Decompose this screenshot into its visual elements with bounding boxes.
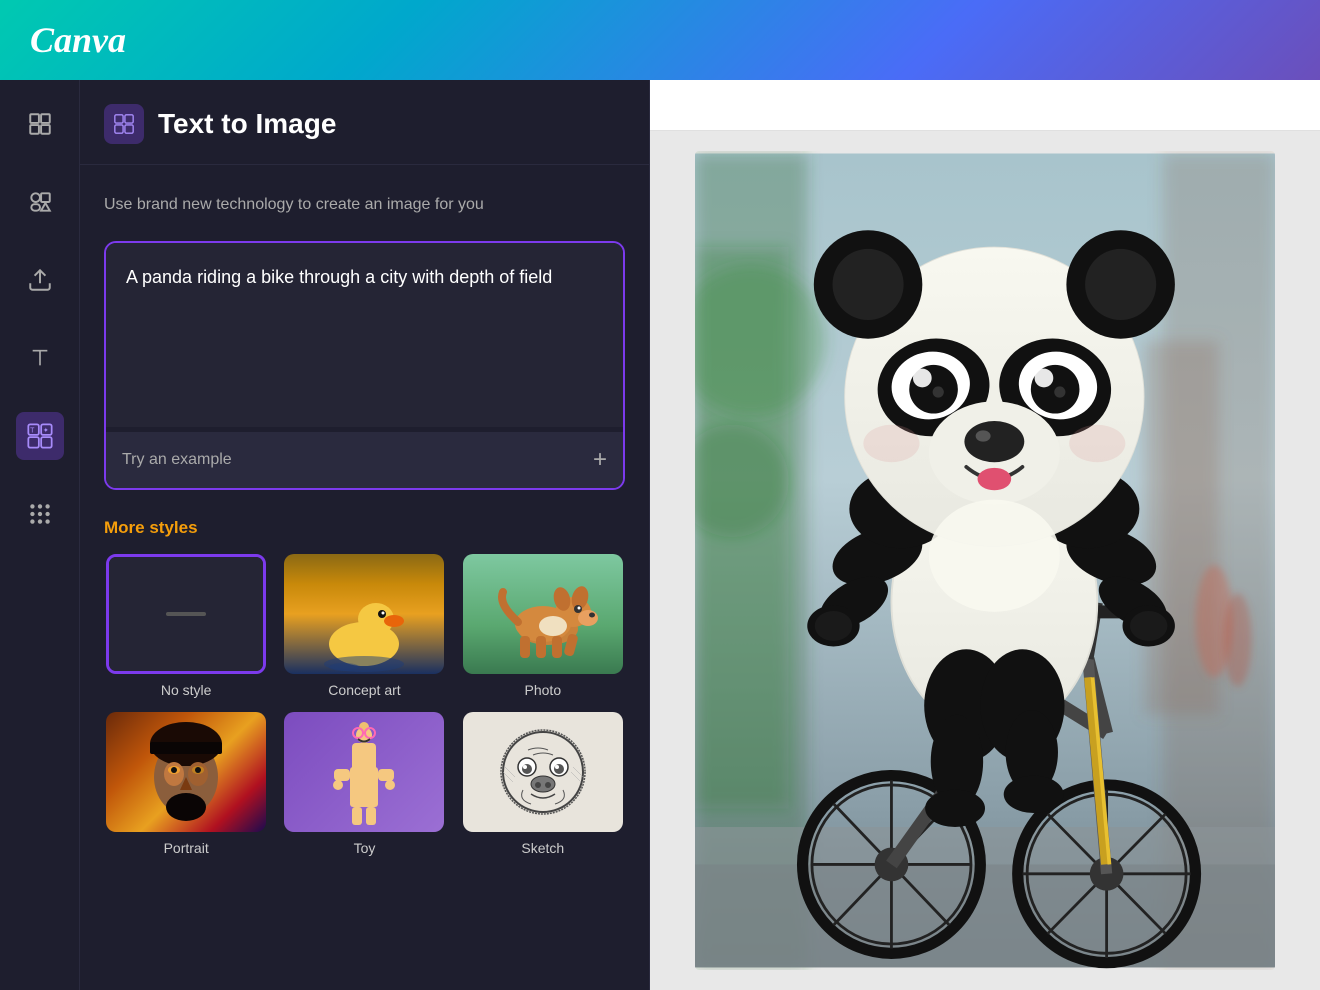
main-layout: T ✦ xyxy=(0,80,1320,990)
sidebar-item-layout[interactable] xyxy=(16,100,64,148)
panel: Text to Image Use brand new technology t… xyxy=(80,80,650,990)
style-label-no-style: No style xyxy=(161,682,212,698)
styles-grid: No style xyxy=(104,554,625,856)
try-example-plus-icon: + xyxy=(593,446,607,474)
style-thumb-concept-art xyxy=(284,554,444,674)
app-header: Canva xyxy=(0,0,1320,80)
sidebar-item-apps[interactable] xyxy=(16,490,64,538)
panel-header: Text to Image xyxy=(80,80,649,165)
panda-image xyxy=(695,151,1275,970)
sidebar-item-ai[interactable]: T ✦ xyxy=(16,412,64,460)
generated-image-container xyxy=(650,131,1320,990)
style-label-sketch: Sketch xyxy=(521,840,564,856)
more-styles-label: More styles xyxy=(104,518,625,538)
style-label-photo: Photo xyxy=(525,682,562,698)
style-thumb-portrait xyxy=(106,712,266,832)
style-label-concept-art: Concept art xyxy=(328,682,400,698)
more-styles-section: More styles No style xyxy=(104,518,625,856)
svg-text:T: T xyxy=(30,428,35,435)
sidebar-item-text[interactable] xyxy=(16,334,64,382)
style-toy[interactable]: Toy xyxy=(282,712,446,856)
no-style-dash xyxy=(166,612,206,616)
panel-content: Use brand new technology to create an im… xyxy=(80,165,649,884)
prompt-input-wrapper[interactable]: Try an example + xyxy=(104,241,625,490)
try-example-label: Try an example xyxy=(122,451,232,469)
style-photo[interactable]: Photo xyxy=(461,554,625,698)
panel-icon xyxy=(104,104,144,144)
style-label-toy: Toy xyxy=(354,840,376,856)
sidebar-item-elements[interactable] xyxy=(16,178,64,226)
style-thumb-no-style xyxy=(106,554,266,674)
canva-logo: Canva xyxy=(30,19,126,61)
sidebar-item-upload[interactable] xyxy=(16,256,64,304)
try-example-button[interactable]: Try an example + xyxy=(106,432,623,488)
style-portrait[interactable]: Portrait xyxy=(104,712,268,856)
image-panel xyxy=(650,80,1320,990)
svg-text:✦: ✦ xyxy=(42,427,48,435)
style-no-style[interactable]: No style xyxy=(104,554,268,698)
style-thumb-toy xyxy=(284,712,444,832)
style-concept-art[interactable]: Concept art xyxy=(282,554,446,698)
panel-title: Text to Image xyxy=(158,108,336,140)
style-label-portrait: Portrait xyxy=(164,840,209,856)
style-sketch[interactable]: Sketch xyxy=(461,712,625,856)
style-thumb-photo xyxy=(463,554,623,674)
image-top-bar xyxy=(650,80,1320,131)
panel-description: Use brand new technology to create an im… xyxy=(104,193,625,217)
prompt-input[interactable] xyxy=(106,243,623,427)
icon-sidebar: T ✦ xyxy=(0,80,80,990)
style-thumb-sketch xyxy=(463,712,623,832)
